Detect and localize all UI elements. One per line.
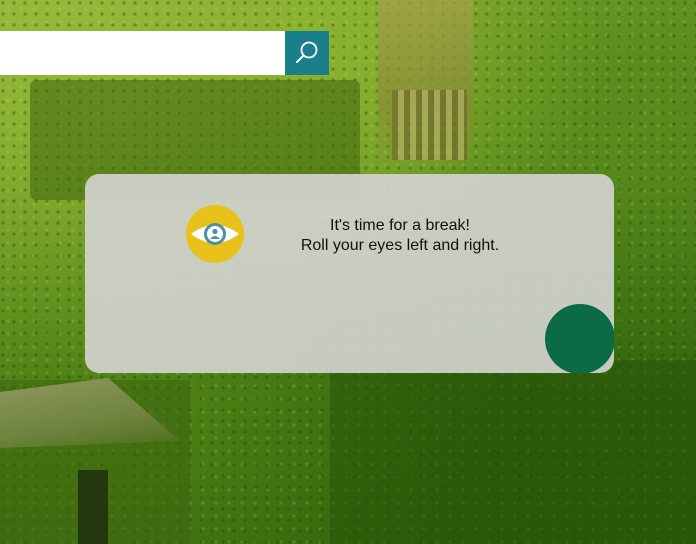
eye-person-icon [185, 204, 245, 264]
break-message-instruction: Roll your eyes left and right. [300, 237, 500, 254]
wallpaper-ivy-house [330, 360, 696, 544]
wallpaper-balcony [392, 90, 467, 160]
wallpaper-doorway [78, 470, 108, 544]
break-message-title: It's time for a break! [330, 217, 470, 234]
search-icon [294, 40, 320, 66]
desktop-wallpaper: It's time for a break! Roll your eyes le… [0, 0, 696, 544]
break-progress-indicator [545, 304, 614, 373]
break-message: It's time for a break! Roll your eyes le… [270, 216, 530, 256]
search-input[interactable] [0, 31, 285, 75]
break-reminder-card: It's time for a break! Roll your eyes le… [85, 174, 614, 373]
search-button[interactable] [285, 31, 329, 75]
search-bar [0, 31, 329, 75]
